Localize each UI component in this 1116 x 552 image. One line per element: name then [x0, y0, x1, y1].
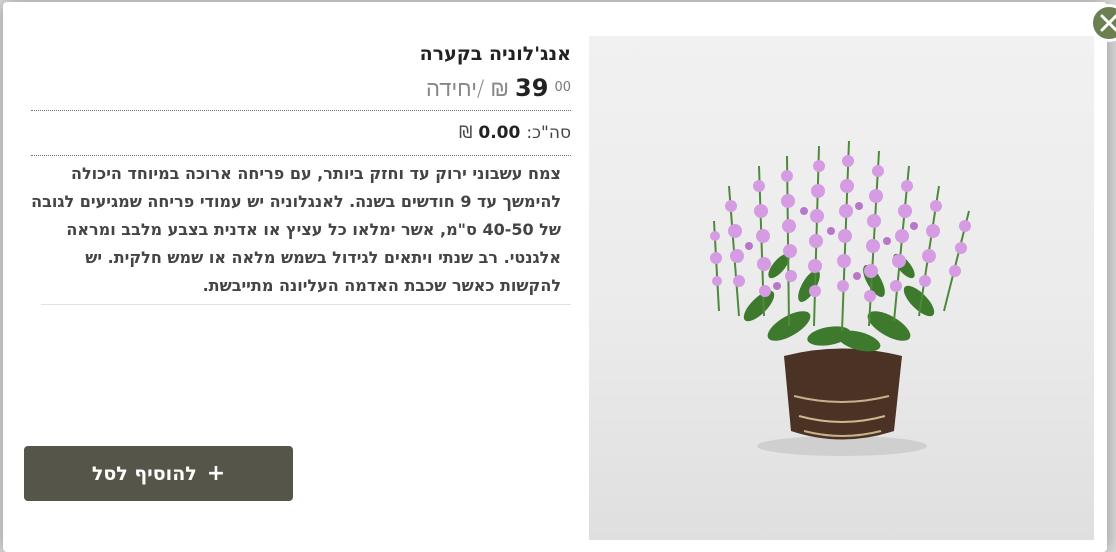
product-description: צמח עשבוני ירוק עד וחזק ביותר, עם פריחה … — [31, 164, 561, 295]
plus-icon: + — [206, 461, 226, 486]
total-currency: ₪ — [459, 123, 473, 143]
divider — [31, 155, 571, 156]
add-to-cart-label: להוסיף לסל — [91, 462, 197, 485]
product-modal: אנג'לוניה בקערה 00 39 ₪ /יחידה סה"כ: 0.0… — [3, 2, 1107, 552]
product-info: אנג'לוניה בקערה 00 39 ₪ /יחידה סה"כ: 0.0… — [31, 36, 571, 305]
product-image — [589, 36, 1094, 540]
price-decimal: 00 — [554, 80, 571, 95]
add-to-cart-button[interactable]: + להוסיף לסל — [24, 446, 293, 501]
plant-illustration — [710, 140, 971, 456]
divider — [41, 304, 571, 305]
total-label: סה"כ: — [526, 123, 571, 143]
close-icon — [1100, 14, 1116, 32]
price-currency: ₪ — [490, 77, 510, 102]
divider — [31, 110, 571, 111]
total-row: סה"כ: 0.00 ₪ — [31, 113, 571, 153]
product-title: אנג'לוניה בקערה — [419, 43, 571, 65]
price-unit: /יחידה — [425, 77, 485, 102]
price-row: 00 39 ₪ /יחידה — [31, 74, 571, 108]
price-integer: 39 — [515, 74, 549, 102]
total-value: 0.00 — [478, 123, 521, 143]
